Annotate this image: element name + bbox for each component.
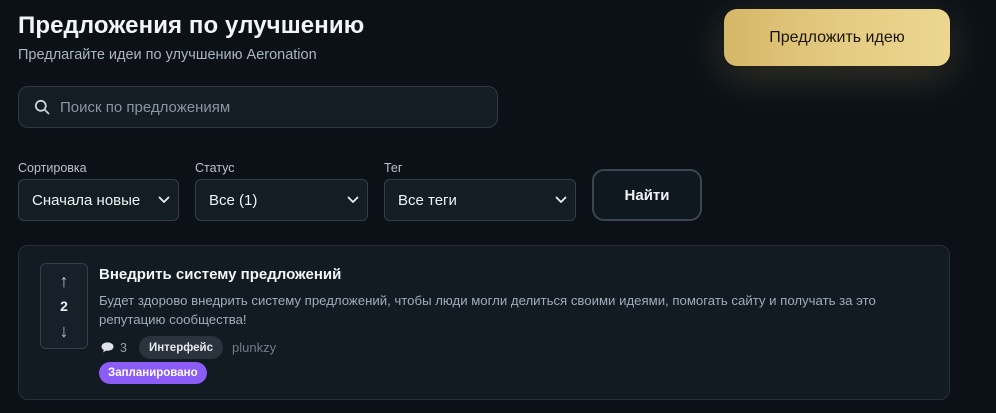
chevron-down-icon: [158, 196, 170, 204]
chevron-down-icon: [555, 196, 567, 204]
suggestion-card[interactable]: ↑ 2 ↓ Внедрить систему предложений Будет…: [18, 245, 950, 400]
search-box: [18, 86, 498, 128]
tag-badge[interactable]: Интерфейс: [138, 336, 223, 359]
suggestion-title[interactable]: Внедрить систему предложений: [99, 266, 341, 283]
author-name[interactable]: plunkzy: [232, 340, 276, 355]
propose-idea-button[interactable]: Предложить идею: [724, 9, 950, 66]
search-input[interactable]: [60, 87, 497, 127]
vote-count: 2: [60, 298, 68, 314]
sort-label: Сортировка: [18, 161, 87, 175]
status-label: Статус: [195, 161, 235, 175]
find-button[interactable]: Найти: [592, 169, 702, 221]
search-icon: [34, 99, 50, 115]
upvote-arrow-icon[interactable]: ↑: [60, 272, 69, 290]
status-badge: Запланировано: [99, 362, 207, 384]
page-subtitle: Предлагайте идеи по улучшению Aeronation: [18, 47, 317, 63]
suggestion-meta: 3 Интерфейс plunkzy: [101, 336, 276, 359]
comment-icon: [101, 342, 114, 353]
page-title: Предложения по улучшению: [18, 12, 365, 39]
suggestion-description: Будет здорово внедрить систему предложен…: [99, 293, 876, 327]
vote-box: ↑ 2 ↓: [40, 263, 88, 349]
status-select-value: Все (1): [209, 191, 258, 209]
downvote-arrow-icon[interactable]: ↓: [60, 322, 69, 340]
tag-label: Тег: [384, 161, 403, 175]
tag-select[interactable]: Все теги: [384, 179, 576, 221]
chevron-down-icon: [347, 196, 359, 204]
sort-select[interactable]: Сначала новые: [18, 179, 179, 221]
sort-select-value: Сначала новые: [32, 191, 141, 209]
comment-count: 3: [120, 340, 127, 355]
status-select[interactable]: Все (1): [195, 179, 368, 221]
suggestions-page: Предложения по улучшению Предлагайте иде…: [0, 0, 996, 413]
tag-select-value: Все теги: [398, 191, 457, 209]
